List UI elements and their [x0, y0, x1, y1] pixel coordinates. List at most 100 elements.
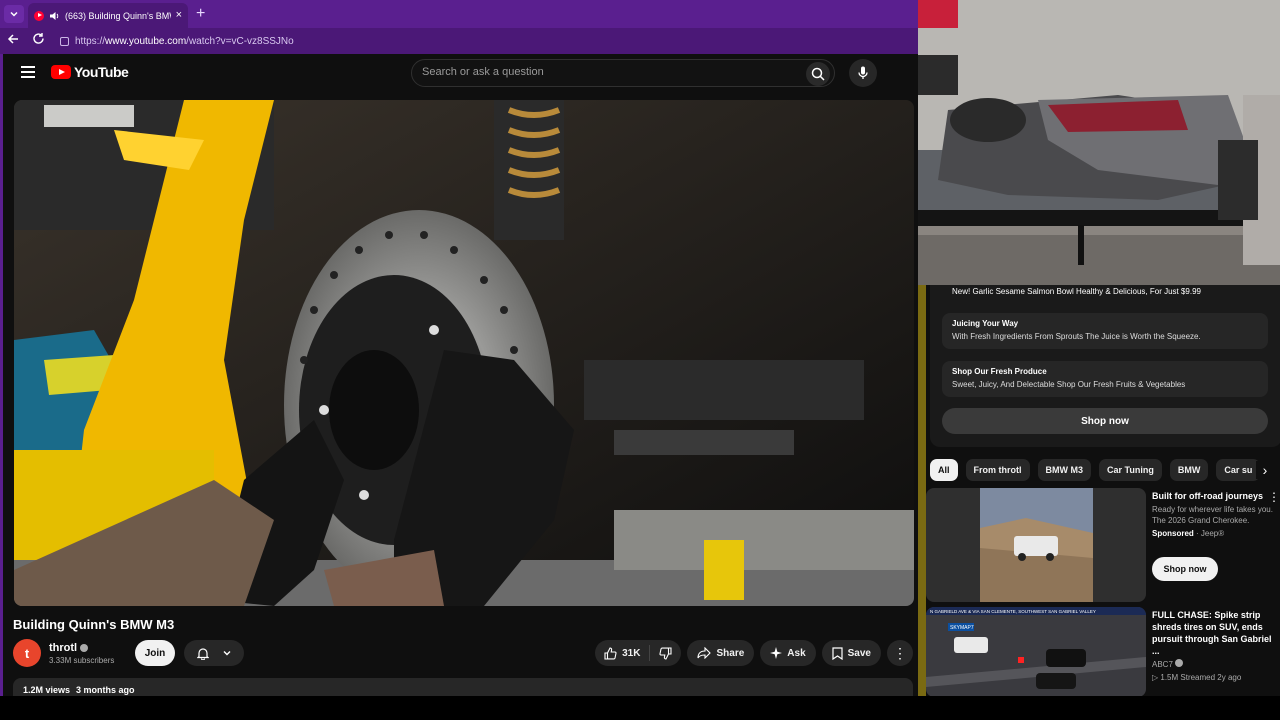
youtube-masthead: YouTube: [3, 54, 921, 92]
rec-ad-info: Built for off-road journeys Ready for wh…: [1152, 490, 1278, 581]
rec-video-channel[interactable]: ABC7: [1152, 659, 1278, 670]
share-arrow-icon: [697, 647, 712, 659]
verified-badge-icon: [1175, 659, 1184, 667]
video-player[interactable]: [14, 100, 914, 606]
rec-ad-shop-now-button[interactable]: Shop now: [1152, 557, 1218, 581]
chip-car-tuning[interactable]: Car Tuning: [1099, 459, 1162, 481]
channel-name[interactable]: throtl: [49, 642, 89, 654]
video-owner-row: t throtl 3.33M subscribers Join 31K Shar…: [13, 639, 913, 669]
youtube-favicon-icon: [34, 10, 44, 21]
sponsored-ad-card: New! Garlic Sesame Salmon Bowl Healthy &…: [930, 285, 1280, 447]
more-actions-icon[interactable]: ⋮: [887, 640, 913, 666]
youtube-logo-icon: [51, 65, 71, 79]
rec-ad-title[interactable]: Built for off-road journeys: [1152, 490, 1278, 502]
recommendation-video[interactable]: N GABRIELD AVE & VIA SAN CLEMENTE, SOUTH…: [926, 607, 1280, 697]
reload-icon[interactable]: [32, 32, 45, 45]
thumbs-down-icon: [659, 646, 673, 660]
back-arrow-icon[interactable]: [7, 33, 19, 45]
screen-bottom-bar: [0, 696, 1280, 720]
rec-ad-description: Ready for wherever life takes you. The 2…: [1152, 505, 1273, 525]
ad-item-3-subtitle: Sweet, Juicy, And Delectable Shop Our Fr…: [952, 380, 1186, 389]
rec-video-stats: ▷ 1.5M Streamed 2y ago: [1152, 673, 1242, 682]
hamburger-menu-icon[interactable]: [21, 66, 35, 81]
secondary-sidebar: New! Garlic Sesame Salmon Bowl Healthy &…: [918, 285, 1280, 697]
youtube-watch-page: YouTube Search or ask a question Buildin…: [0, 54, 921, 698]
tab-list-button[interactable]: [4, 5, 24, 23]
microphone-icon: [858, 66, 868, 79]
browser-tab-active[interactable]: (663) Building Quinn's BMW M3 ×: [28, 3, 188, 28]
notifications-button[interactable]: [184, 640, 244, 666]
rec-video-title[interactable]: FULL CHASE: Spike strip shreds tires on …: [1152, 609, 1278, 657]
tab-close-icon[interactable]: ×: [176, 10, 182, 21]
ad-item-3-title: Shop Our Fresh Produce: [952, 367, 1047, 376]
video-title: Building Quinn's BMW M3: [13, 617, 175, 632]
video-actions: 31K Share Ask Save ⋮: [595, 640, 913, 666]
video-frame-brake-rotor: [14, 100, 914, 606]
save-label: Save: [847, 647, 871, 659]
ad-item-2-title: Juicing Your Way: [952, 319, 1019, 328]
rec-video-stats-text: 1.5M Streamed 2y ago: [1160, 673, 1242, 682]
webcam-bedroom-scene: [918, 0, 1280, 285]
kebab-menu-icon[interactable]: ⋮: [1268, 490, 1280, 504]
dislike-button[interactable]: [650, 640, 681, 666]
tab-title: (663) Building Quinn's BMW M3: [65, 10, 171, 21]
like-button[interactable]: 31K: [595, 640, 649, 666]
thumb-badge: SKYMAP7: [950, 625, 974, 631]
ad-item-2[interactable]: Juicing Your Way With Fresh Ingredients …: [942, 313, 1268, 349]
ad-item-2-subtitle: With Fresh Ingredients From Sprouts The …: [952, 332, 1201, 341]
rec-ad-sponsor: Sponsored · Jeep®: [1152, 529, 1225, 538]
chip-from-throtl[interactable]: From throtl: [965, 459, 1030, 481]
like-count: 31K: [622, 647, 641, 659]
webcam-overlay: [918, 0, 1280, 285]
browser-tabstrip: (663) Building Quinn's BMW M3 × +: [0, 0, 918, 28]
speaker-icon[interactable]: [49, 11, 60, 21]
new-tab-button[interactable]: +: [196, 6, 205, 22]
thumbs-up-icon: [604, 646, 617, 660]
chevron-right-icon[interactable]: ›: [1256, 461, 1274, 479]
search-icon: [811, 67, 825, 81]
ad-shop-now-button[interactable]: Shop now: [942, 408, 1268, 434]
ad-item-3[interactable]: Shop Our Fresh Produce Sweet, Juicy, And…: [942, 361, 1268, 397]
address-bar[interactable]: https://www.youtube.com/watch?v=vC-vz8SS…: [52, 31, 912, 51]
rec-video-info: FULL CHASE: Spike strip shreds tires on …: [1152, 609, 1278, 683]
rec-ad-thumbnail[interactable]: [926, 488, 1146, 602]
sponsored-label: Sponsored: [1152, 529, 1194, 538]
description-box[interactable]: 1.2M views 3 months ago: [13, 678, 913, 698]
rec-video-thumbnail[interactable]: N GABRIELD AVE & VIA SAN CLEMENTE, SOUTH…: [926, 607, 1146, 697]
screen: (663) Building Quinn's BMW M3 × + https:…: [0, 0, 1280, 720]
chip-car-su[interactable]: Car su: [1216, 459, 1261, 481]
site-info-icon[interactable]: [60, 36, 69, 46]
youtube-logo-text: YouTube: [74, 64, 129, 80]
chip-bmw[interactable]: BMW: [1169, 459, 1209, 481]
chip-bmw-m3[interactable]: BMW M3: [1037, 459, 1092, 481]
like-dislike-group: 31K: [595, 640, 682, 666]
rec-video-channel-name: ABC7: [1152, 660, 1173, 669]
ad-item-1[interactable]: New! Garlic Sesame Salmon Bowl Healthy &…: [942, 285, 1268, 299]
ad-item-1-subtitle: New! Garlic Sesame Salmon Bowl Healthy &…: [952, 287, 1201, 296]
browser-toolbar: https://www.youtube.com/watch?v=vC-vz8SS…: [0, 28, 918, 54]
filter-chips: All From throtl BMW M3 Car Tuning BMW Ca…: [930, 459, 1280, 481]
advertiser-name: Jeep®: [1200, 529, 1225, 538]
channel-name-text: throtl: [49, 642, 78, 654]
thumb-caption: N GABRIELD AVE & VIA SAN CLEMENTE, SOUTH…: [930, 609, 1096, 614]
search-box: [411, 59, 835, 87]
channel-avatar[interactable]: t: [13, 639, 41, 667]
voice-search-button[interactable]: [849, 59, 877, 87]
chevron-down-icon: [10, 11, 18, 17]
chip-all[interactable]: All: [930, 459, 958, 481]
search-input[interactable]: [422, 66, 802, 78]
bookmark-icon: [832, 646, 843, 660]
youtube-logo[interactable]: YouTube: [51, 64, 129, 80]
search-button[interactable]: [806, 62, 830, 86]
recommendation-ad[interactable]: Built for off-road journeys Ready for wh…: [926, 488, 1280, 602]
join-button[interactable]: Join: [135, 640, 175, 666]
chevron-down-icon: [223, 651, 230, 656]
url-text: https://www.youtube.com/watch?v=vC-vz8SS…: [75, 35, 294, 47]
share-label: Share: [716, 647, 745, 659]
save-button[interactable]: Save: [821, 640, 881, 666]
chase-thumbnail-image: N GABRIELD AVE & VIA SAN CLEMENTE, SOUTH…: [926, 607, 1146, 697]
share-button[interactable]: Share: [687, 640, 755, 666]
ask-label: Ask: [787, 647, 806, 659]
ask-button[interactable]: Ask: [760, 640, 816, 666]
jeep-thumbnail-image: [926, 488, 1146, 602]
